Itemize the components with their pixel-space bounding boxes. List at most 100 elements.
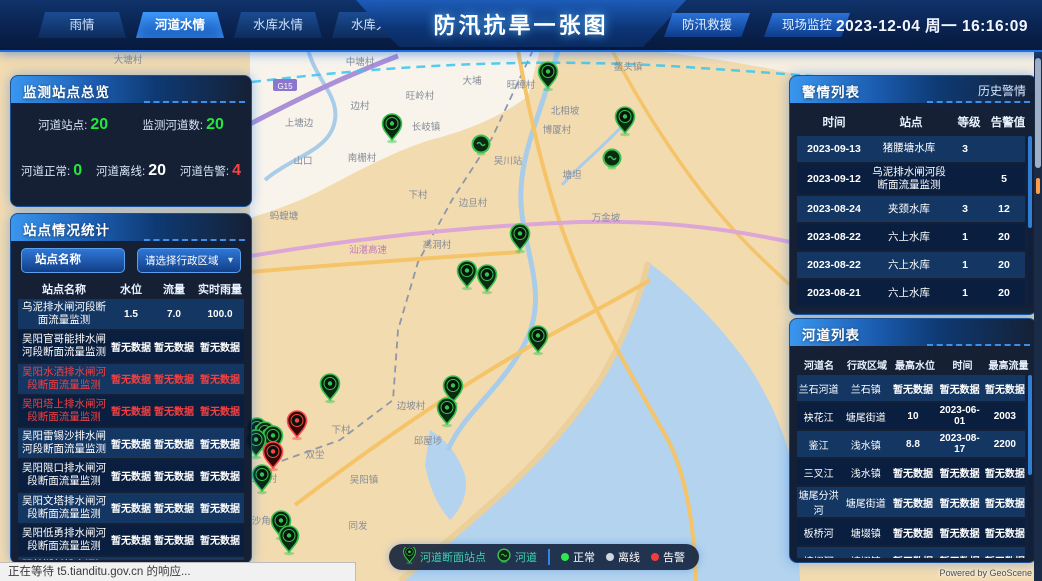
- river-row[interactable]: 袂花江塘尾街道102023-06-012003: [797, 403, 1025, 429]
- panel-title: 站点情况统计: [23, 219, 110, 239]
- alm-sta: 猪腰塘水库: [871, 140, 947, 157]
- page-scrollbar[interactable]: [1034, 50, 1042, 581]
- station-row[interactable]: 吴阳限口排水闸河段断面流量监测暂无数据暂无数据暂无数据: [18, 460, 244, 490]
- station-value: 暂无数据: [110, 468, 152, 483]
- left-nav-tabs: 雨情河道水情水库水情水库大坝: [38, 12, 420, 38]
- overview-stats-row-2: 河道正常:0 河道离线:20 河道告警:4: [21, 162, 241, 180]
- column-header: 告警值: [987, 114, 1029, 130]
- station-name-input[interactable]: 站点名称: [21, 248, 125, 273]
- alarm-row[interactable]: 2023-08-24夹颈水库312: [797, 196, 1025, 222]
- map-place-label: 万金坡: [592, 212, 621, 224]
- column-header: 流量: [152, 281, 196, 297]
- river-row[interactable]: 板桥河塘㙍镇暂无数据暂无数据暂无数据: [797, 519, 1025, 545]
- legend-dot-icon: [606, 553, 614, 561]
- column-header: 等级: [951, 114, 987, 130]
- region-select-dropdown[interactable]: 请选择行政区域 ▾: [137, 248, 241, 273]
- station-row[interactable]: 吴阳文塔排水闸河段断面流量监测暂无数据暂无数据暂无数据: [18, 493, 244, 523]
- alm-sta: 六上水库: [871, 257, 947, 274]
- legend-label: 告警: [663, 549, 685, 565]
- overview-stat: 河道站点:20: [38, 116, 108, 134]
- header-button[interactable]: 防汛救援: [664, 13, 750, 37]
- river-row[interactable]: 塘尾分洪河塘尾街道暂无数据暂无数据暂无数据: [797, 487, 1025, 517]
- alm-time: 2023-09-12: [797, 173, 871, 185]
- panel-title: 监测站点总览: [23, 81, 110, 101]
- river-cell: 2023-08-17: [935, 433, 985, 455]
- nav-tab[interactable]: 雨情: [38, 12, 126, 38]
- river-cell: 暂无数据: [935, 553, 985, 559]
- app-title-block: 防汛抗旱一张图: [356, 0, 686, 47]
- alarm-table-header: 时间站点等级告警值: [797, 114, 1029, 130]
- station-row[interactable]: 吴阳雷锡沙排水闸河段断面流量监测暂无数据暂无数据暂无数据: [18, 428, 244, 458]
- river-cell: 塘尾街道: [840, 409, 891, 424]
- legend-item: 离线: [606, 549, 640, 565]
- river-cell: 塘尾分洪河: [797, 487, 840, 517]
- alm-val: 20: [983, 259, 1025, 271]
- station-row[interactable]: 吴阳低勇排水闸河段断面流量监测暂无数据暂无数据暂无数据: [18, 525, 244, 555]
- alarm-row[interactable]: 2023-08-22六上水库120: [797, 224, 1025, 250]
- river-cell: 2200: [985, 439, 1025, 450]
- alarm-row[interactable]: 2023-08-21六上水库120: [797, 280, 1025, 306]
- map-place-label: 吴阳镇: [350, 474, 379, 486]
- river-row[interactable]: 三叉江浅水镇暂无数据暂无数据暂无数据: [797, 459, 1025, 485]
- history-alarms-link[interactable]: 历史警情: [978, 82, 1026, 99]
- map-place-label: 北相坡: [551, 105, 580, 117]
- map-place-label: 下村: [331, 424, 351, 436]
- scrollbar-thumb[interactable]: [1035, 58, 1041, 168]
- river-cell: 浅水镇: [840, 437, 891, 452]
- station-value: 暂无数据: [110, 403, 152, 418]
- station-stats-panel: 站点情况统计 站点名称 请选择行政区域 ▾ 站点名称水位流量实时雨量 乌泥排水闸…: [10, 213, 252, 564]
- alarm-row[interactable]: 2023-09-13猪腰塘水库3: [797, 136, 1025, 162]
- alarm-row[interactable]: 2023-08-22六上水库120: [797, 252, 1025, 278]
- column-header: 时间: [937, 357, 988, 372]
- stat-label: 河道正常:: [21, 163, 70, 179]
- svg-text:G15: G15: [277, 82, 293, 91]
- alarm-scrollbar[interactable]: [1028, 136, 1032, 304]
- region-select-value: 请选择行政区域: [145, 253, 219, 268]
- station-row[interactable]: 吴阳官哥能排水闸河段断面流量监测暂无数据暂无数据暂无数据: [18, 331, 244, 361]
- alm-time: 2023-09-13: [797, 143, 871, 155]
- river-cell: 三叉江: [797, 465, 840, 480]
- river-row[interactable]: 鉴江浅水镇8.82023-08-172200: [797, 431, 1025, 457]
- legend-label: 河道断面站点: [420, 549, 486, 565]
- alm-time: 2023-08-24: [797, 203, 871, 215]
- panel-header: 河道列表: [790, 319, 1036, 346]
- right-nav-buttons: 防汛救援现场监控: [664, 13, 850, 37]
- station-value: 暂无数据: [196, 468, 244, 483]
- station-name: 阳美湖村排水闸河段断面流量监测: [18, 557, 110, 560]
- station-value: 暂无数据: [110, 436, 152, 451]
- nav-tab[interactable]: 水库水情: [234, 12, 322, 38]
- station-value: 暂无数据: [196, 371, 244, 386]
- station-value: 暂无数据: [110, 532, 152, 547]
- station-row[interactable]: 乌泥排水闸河段断面流量监测1.57.0100.0: [18, 299, 244, 329]
- map-place-label: 同发: [348, 520, 368, 532]
- overview-stat: 河道正常:0: [21, 162, 82, 180]
- station-row[interactable]: 阳美湖村排水闸河段断面流量监测暂无数据暂无数据暂无数据: [18, 557, 244, 560]
- river-cell: 袂花江: [797, 409, 840, 424]
- alm-lvl: 3: [947, 143, 983, 155]
- alarm-row[interactable]: 2023-09-12乌泥排水闸河段断面流量监测5: [797, 164, 1025, 194]
- map-place-label: 山口: [293, 156, 312, 167]
- map-place-label: 吴川站: [494, 155, 523, 167]
- station-row[interactable]: 吴阳水洒排水闸河段断面流量监测暂无数据暂无数据暂无数据: [18, 364, 244, 394]
- overview-stat: 河道告警:4: [180, 162, 241, 180]
- column-header: 站点: [871, 114, 951, 130]
- overview-stat: 河道离线:20: [96, 162, 166, 180]
- nav-tab[interactable]: 河道水情: [136, 12, 224, 38]
- station-row[interactable]: 吴阳塔上排水闸河段断面流量监测暂无数据暂无数据暂无数据: [18, 396, 244, 426]
- river-row[interactable]: 兰石河道兰石镇暂无数据暂无数据暂无数据: [797, 375, 1025, 401]
- river-cell: 2023-06-01: [935, 405, 985, 427]
- map-place-label: 下村: [408, 189, 428, 201]
- river-row[interactable]: 塘㙍河塘㙍镇暂无数据暂无数据暂无数据: [797, 547, 1025, 558]
- map-place-label: 旺樟村: [507, 79, 536, 91]
- stat-label: 河道告警:: [180, 163, 229, 179]
- map-place-label: 大塘村: [114, 54, 143, 66]
- station-value: 暂无数据: [152, 339, 196, 354]
- map-place-label: 南栅村: [348, 152, 377, 164]
- station-value: 暂无数据: [152, 436, 196, 451]
- alm-time: 2023-08-22: [797, 259, 871, 271]
- river-scrollbar[interactable]: [1028, 375, 1032, 555]
- map-place-label: 边旦村: [459, 197, 488, 209]
- station-value: 暂无数据: [152, 403, 196, 418]
- map-place-label: 上塘边: [285, 117, 314, 129]
- station-name: 乌泥排水闸河段断面流量监测: [18, 299, 110, 329]
